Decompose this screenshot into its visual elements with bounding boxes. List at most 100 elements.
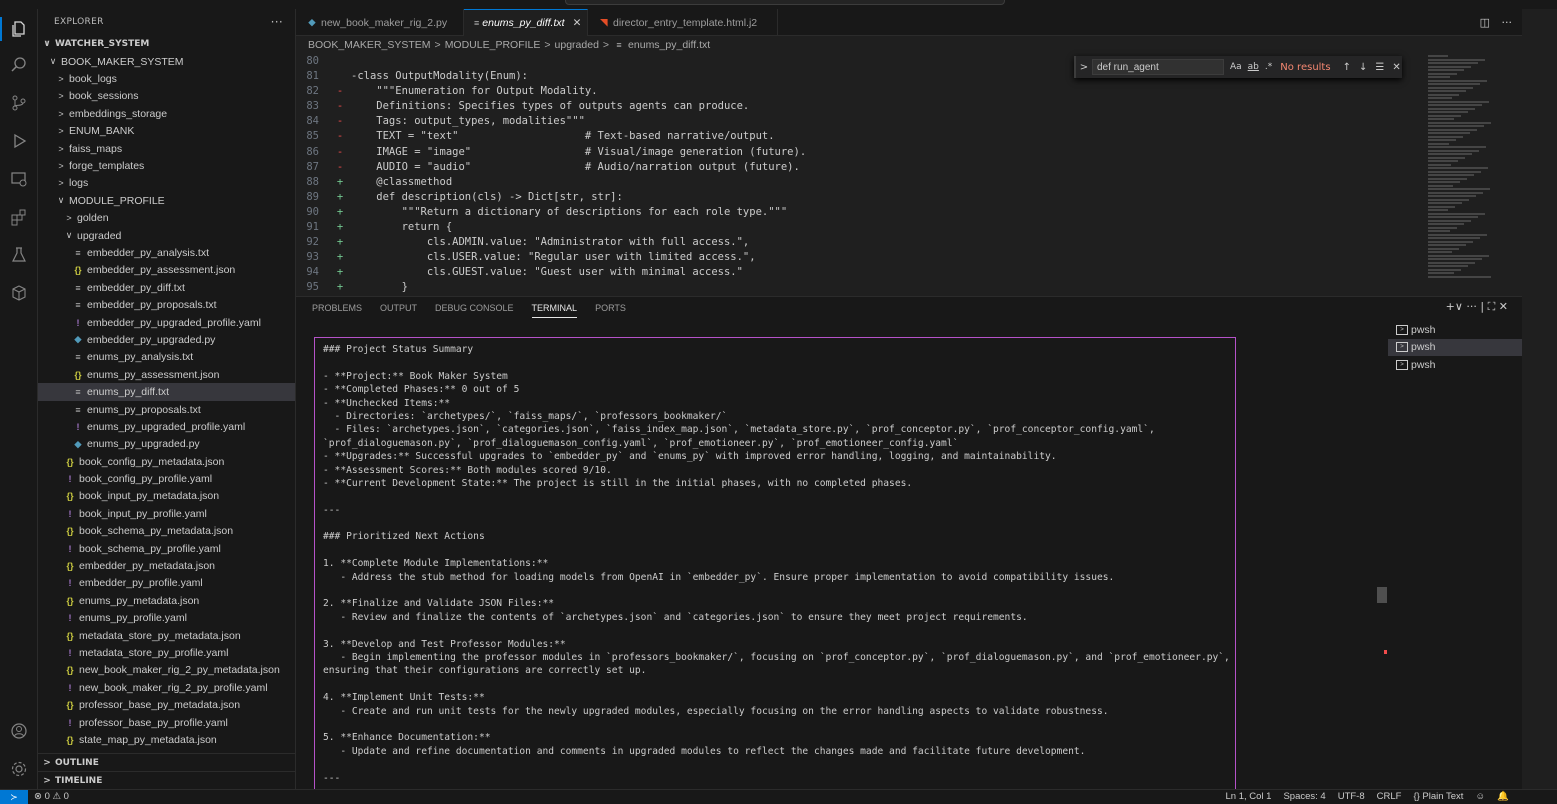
tree-item[interactable]: ≡ embedder_py_analysis.txt (38, 244, 295, 261)
close-tab-icon[interactable]: ✕ (573, 17, 582, 29)
account-icon[interactable] (7, 719, 31, 743)
tree-item[interactable]: ≡ enums_py_analysis.txt (38, 349, 295, 366)
extensions-icon[interactable] (7, 205, 31, 229)
match-whole-word-button[interactable]: ab (1248, 62, 1259, 72)
tree-item[interactable]: > golden (38, 210, 295, 227)
tree-item[interactable]: {} new_book_maker_rig_2_py_metadata.json (38, 662, 295, 679)
terminal-line: - Create and run unit tests for the newl… (323, 705, 1109, 717)
encoding[interactable]: UTF-8 (1338, 791, 1365, 802)
panel-actions[interactable]: +∨ ··· | ⛶ ✕ (1446, 300, 1508, 314)
settings-gear-icon[interactable] (7, 757, 31, 781)
tree-item[interactable]: ! new_book_maker_rig_2_py_profile.yaml (38, 679, 295, 696)
toggle-replace-icon[interactable]: > (1076, 62, 1092, 73)
run-debug-icon[interactable] (7, 129, 31, 153)
tree-item[interactable]: {} state_map_py_metadata.json (38, 731, 295, 748)
command-center[interactable] (565, 0, 1005, 5)
breadcrumb-item[interactable]: BOOK_MAKER_SYSTEM (308, 39, 431, 51)
tree-item[interactable]: {} professor_base_py_metadata.json (38, 696, 295, 713)
tree-item[interactable]: ! book_schema_py_profile.yaml (38, 540, 295, 557)
tree-item[interactable]: {} enums_py_assessment.json (38, 366, 295, 383)
tree-item-label: book_config_py_profile.yaml (79, 473, 213, 486)
panel-tab-output[interactable]: OUTPUT (380, 303, 417, 318)
end-of-line[interactable]: CRLF (1377, 791, 1402, 802)
remote-indicator-icon[interactable]: ≻ (0, 790, 28, 804)
cursor-position[interactable]: Ln 1, Col 1 (1226, 791, 1272, 802)
tree-item[interactable]: > ENUM_BANK (38, 123, 295, 140)
workspace-root[interactable]: ∨ WATCHER_SYSTEM (38, 35, 295, 53)
terminal-scrollbar[interactable] (1377, 587, 1387, 603)
tree-item[interactable]: ∨ BOOK_MAKER_SYSTEM (38, 53, 295, 70)
breadcrumb-item[interactable]: upgraded (555, 39, 599, 51)
tree-item[interactable]: ◆ enums_py_upgraded.py (38, 436, 295, 453)
tab-director-entry-template[interactable]: ◥ director_entry_template.html.j2 (588, 9, 778, 36)
tree-item[interactable]: {} book_schema_py_metadata.json (38, 523, 295, 540)
timeline-section[interactable]: > TIMELINE (38, 771, 295, 789)
terminal-instance[interactable]: > pwsh (1388, 321, 1522, 339)
terminal-instance[interactable]: > pwsh (1388, 338, 1522, 356)
tree-item[interactable]: ∨ MODULE_PROFILE (38, 192, 295, 209)
code-editor[interactable]: 80 81 -class OutputModality(Enum): 82 - """E… (296, 55, 1416, 296)
tree-item[interactable]: > embeddings_storage (38, 105, 295, 122)
find-in-selection-icon[interactable]: ☰ (1375, 62, 1384, 73)
previous-match-icon[interactable]: ↑ (1343, 62, 1351, 73)
tree-item[interactable]: > forge_templates (38, 157, 295, 174)
testing-icon[interactable] (7, 243, 31, 267)
outline-section[interactable]: > OUTLINE (38, 753, 295, 771)
use-regex-button[interactable]: .* (1265, 62, 1272, 72)
minimap[interactable] (1428, 55, 1492, 293)
tree-item[interactable]: ! enums_py_profile.yaml (38, 610, 295, 627)
tree-item[interactable]: {} embedder_py_assessment.json (38, 262, 295, 279)
split-editor-icon[interactable]: ◫ (1480, 16, 1490, 29)
source-control-icon[interactable] (7, 91, 31, 115)
tree-item[interactable]: ◆ embedder_py_upgraded.py (38, 331, 295, 348)
remote-explorer-icon[interactable] (7, 167, 31, 191)
breadcrumb-item[interactable]: enums_py_diff.txt (628, 39, 710, 51)
explorer-icon[interactable] (0, 17, 31, 41)
find-input[interactable]: def run_agent (1092, 59, 1224, 75)
tree-item[interactable]: ! metadata_store_py_profile.yaml (38, 644, 295, 661)
panel-tab-problems[interactable]: PROBLEMS (312, 303, 362, 318)
tree-item[interactable]: > book_sessions (38, 88, 295, 105)
panel-tab-terminal[interactable]: TERMINAL (531, 303, 578, 318)
tree-item[interactable]: {} book_input_py_metadata.json (38, 488, 295, 505)
copilot-icon[interactable]: ☺ (1475, 791, 1485, 802)
tree-item[interactable]: {} book_config_py_metadata.json (38, 453, 295, 470)
tree-item[interactable]: > faiss_maps (38, 140, 295, 157)
tree-item[interactable]: ! professor_base_py_profile.yaml (38, 714, 295, 731)
match-case-button[interactable]: Aa (1230, 62, 1242, 72)
terminal-output[interactable]: ### Project Status Summary - **Project:**… (314, 337, 1236, 790)
search-icon[interactable] (7, 53, 31, 77)
notifications-bell-icon[interactable]: 🔔 (1497, 791, 1509, 802)
tree-item[interactable]: ! enums_py_upgraded_profile.yaml (38, 418, 295, 435)
more-actions-icon[interactable]: ··· (1502, 16, 1513, 29)
tree-item[interactable]: ≡ enums_py_diff.txt (38, 383, 295, 401)
tree-item[interactable]: ! book_config_py_profile.yaml (38, 470, 295, 487)
tree-item[interactable]: {} embedder_py_metadata.json (38, 557, 295, 574)
panel-tab-ports[interactable]: PORTS (595, 303, 626, 318)
containers-icon[interactable] (7, 281, 31, 305)
tree-item[interactable]: > book_logs (38, 70, 295, 87)
minimap-line (1428, 86, 1473, 89)
panel-tab-debug-console[interactable]: DEBUG CONSOLE (435, 303, 514, 318)
explorer-more-icon[interactable]: ··· (271, 15, 283, 29)
tree-item[interactable]: ! embedder_py_upgraded_profile.yaml (38, 314, 295, 331)
tab-new-book-maker-rig[interactable]: ◆ new_book_maker_rig_2.py (296, 9, 464, 36)
tree-item[interactable]: ≡ embedder_py_diff.txt (38, 279, 295, 296)
language-mode[interactable]: {} Plain Text (1413, 791, 1463, 802)
tree-item[interactable]: {} enums_py_metadata.json (38, 592, 295, 609)
tree-item[interactable]: ! embedder_py_profile.yaml (38, 575, 295, 592)
tree-item[interactable]: ! book_input_py_profile.yaml (38, 505, 295, 522)
tree-item[interactable]: ≡ enums_py_proposals.txt (38, 401, 295, 418)
tree-item[interactable]: {} metadata_store_py_metadata.json (38, 627, 295, 644)
problems-count[interactable]: ⊗ 0 ⚠ 0 (34, 791, 69, 802)
breadcrumb-item[interactable]: MODULE_PROFILE (445, 39, 541, 51)
breadcrumb: BOOK_MAKER_SYSTEM > MODULE_PROFILE > upgrade… (308, 39, 710, 51)
tree-item[interactable]: > logs (38, 175, 295, 192)
close-find-icon[interactable]: ✕ (1392, 62, 1400, 73)
tab-enums-py-diff[interactable]: ≡ enums_py_diff.txt ✕ (464, 9, 588, 36)
tree-item[interactable]: ∨ upgraded (38, 227, 295, 244)
tree-item[interactable]: ≡ embedder_py_proposals.txt (38, 296, 295, 313)
next-match-icon[interactable]: ↓ (1359, 62, 1367, 73)
indentation[interactable]: Spaces: 4 (1283, 791, 1325, 802)
terminal-instance[interactable]: > pwsh (1388, 356, 1522, 374)
